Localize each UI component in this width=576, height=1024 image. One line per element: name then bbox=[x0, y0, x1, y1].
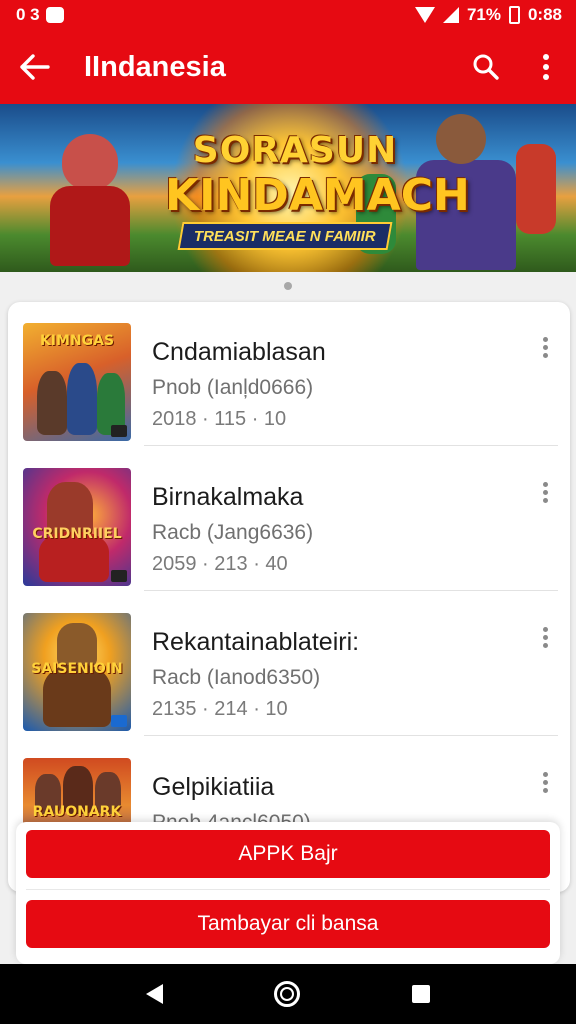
app-thumbnail: KIMNGAS bbox=[23, 323, 131, 441]
app-thumbnail-label: RAUONARK bbox=[32, 804, 122, 820]
badge-icon bbox=[111, 570, 127, 582]
status-left-text: 0 3 bbox=[16, 5, 40, 24]
status-left: 0 3 bbox=[16, 5, 64, 25]
app-date: 2018 · 115 · 10 bbox=[152, 408, 287, 430]
badge-icon bbox=[111, 425, 127, 437]
app-name: Gelpikiatiia bbox=[152, 773, 275, 801]
banner-title-line2: KINDAMACH bbox=[165, 170, 470, 221]
app-list-card: KIMNGAS Cndamiablasan Pnob (Ianļd0666) 2… bbox=[8, 302, 570, 892]
item-more-button[interactable] bbox=[530, 332, 560, 362]
banner-character-left bbox=[40, 134, 140, 272]
item-more-button[interactable] bbox=[530, 622, 560, 652]
app-subtitle: Racb (Ianod6350) bbox=[152, 666, 321, 689]
page-title: IIndanesia bbox=[84, 50, 226, 83]
secondary-button[interactable]: Tambayar cli bansa bbox=[26, 900, 550, 948]
back-button[interactable] bbox=[0, 30, 70, 104]
app-name: Rekantainablateiri: bbox=[152, 628, 360, 656]
banner-ribbon-text: TREASIT MEAE N FAMIIR bbox=[194, 227, 376, 245]
banner-title-line1: SORASUN bbox=[192, 130, 398, 171]
system-nav-bar bbox=[0, 964, 576, 1024]
app-name: Cndamiablasan bbox=[152, 338, 326, 366]
badge-icon bbox=[111, 715, 127, 727]
arrow-left-icon bbox=[20, 54, 50, 80]
item-more-button[interactable] bbox=[530, 477, 560, 507]
carousel-indicator bbox=[0, 282, 576, 290]
app-thumbnail-label: CRIDNRIIEL bbox=[32, 526, 122, 542]
list-item[interactable]: CRIDNRIIEL Birnakalmaka Racb (Jang6636) … bbox=[8, 447, 570, 591]
banner-ribbon: TREASIT MEAE N FAMIIR bbox=[177, 222, 393, 250]
status-bar: 0 3 71% 0:88 bbox=[0, 0, 576, 30]
app-thumbnail: CRIDNRIIEL bbox=[23, 468, 131, 586]
battery-icon bbox=[508, 6, 520, 24]
promo-banner[interactable]: SORASUN KINDAMACH TREASIT MEAE N FAMIIR bbox=[0, 104, 576, 272]
item-more-button[interactable] bbox=[530, 767, 560, 797]
app-date: 2059 · 213 · 40 bbox=[152, 553, 288, 575]
search-button[interactable] bbox=[456, 30, 516, 104]
overflow-menu-button[interactable] bbox=[516, 30, 576, 104]
action-sheet: APPK Bajr Tambayar cli bansa bbox=[16, 822, 560, 964]
carousel-dot[interactable] bbox=[284, 282, 292, 290]
nav-back-icon[interactable] bbox=[145, 984, 163, 1004]
divider bbox=[144, 445, 558, 446]
divider bbox=[26, 889, 550, 890]
app-subtitle: Racb (Jang6636) bbox=[152, 521, 314, 544]
list-item[interactable]: KIMNGAS Cndamiablasan Pnob (Ianļd0666) 2… bbox=[8, 302, 570, 446]
app-name: Birnakalmaka bbox=[152, 483, 304, 511]
app-subtitle: Pnob (Ianļd0666) bbox=[152, 376, 314, 399]
signal-icon bbox=[442, 7, 459, 23]
app-date: 2135 · 214 · 10 bbox=[152, 698, 288, 720]
more-vert-icon bbox=[543, 54, 549, 80]
notification-icon bbox=[45, 7, 64, 23]
nav-home-icon[interactable] bbox=[274, 981, 301, 1007]
status-right: 71% 0:88 bbox=[414, 5, 562, 25]
app-bar: IIndanesia bbox=[0, 30, 576, 104]
status-time: 0:88 bbox=[527, 5, 562, 24]
battery-percent: 71% bbox=[466, 5, 501, 24]
list-item[interactable]: SAISENIOIN Rekantainablateiri: Racb (Ian… bbox=[8, 592, 570, 736]
divider bbox=[144, 735, 558, 736]
divider bbox=[144, 590, 558, 591]
app-thumbnail-label: KIMNGAS bbox=[39, 333, 115, 349]
primary-button[interactable]: APPK Bajr bbox=[26, 830, 550, 878]
app-thumbnail-label: SAISENIOIN bbox=[31, 661, 123, 677]
app-thumbnail: SAISENIOIN bbox=[23, 613, 131, 731]
nav-recent-icon[interactable] bbox=[412, 985, 431, 1003]
search-icon bbox=[473, 54, 499, 80]
wifi-icon bbox=[414, 7, 435, 23]
